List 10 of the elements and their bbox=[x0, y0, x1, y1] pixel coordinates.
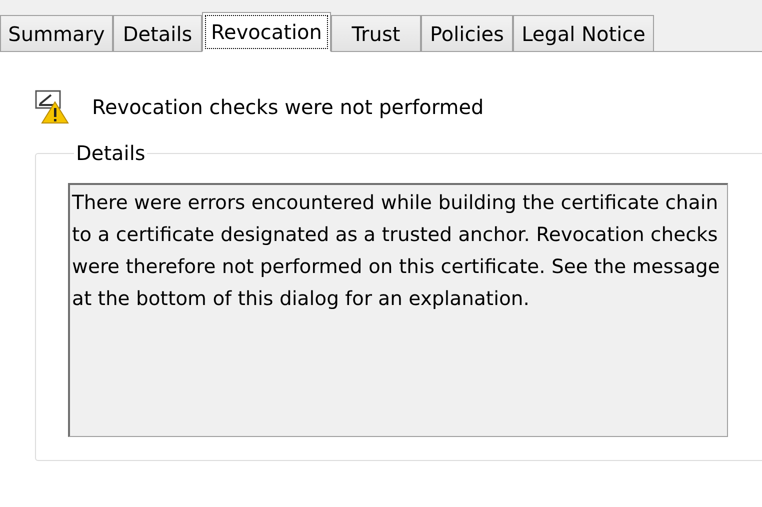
tab[interactable]: Revocation bbox=[202, 12, 331, 52]
certificate-warning-icon bbox=[35, 90, 69, 124]
details-text-box[interactable]: There were errors encountered while building the certificate chain to a certificate designated as a trusted anchor. Revocation checks were therefore not performed on this certificate. See the message at the bottom of this dialog for an explanation. bbox=[68, 183, 728, 437]
tab[interactable]: Trust bbox=[331, 15, 421, 52]
tab[interactable]: Details bbox=[113, 15, 202, 52]
tab[interactable]: Policies bbox=[421, 15, 513, 52]
tab[interactable]: Summary bbox=[0, 15, 113, 52]
group-legend: Details bbox=[74, 141, 148, 165]
status-message: Revocation checks were not performed bbox=[92, 95, 484, 119]
tab[interactable]: Legal Notice bbox=[513, 15, 654, 52]
